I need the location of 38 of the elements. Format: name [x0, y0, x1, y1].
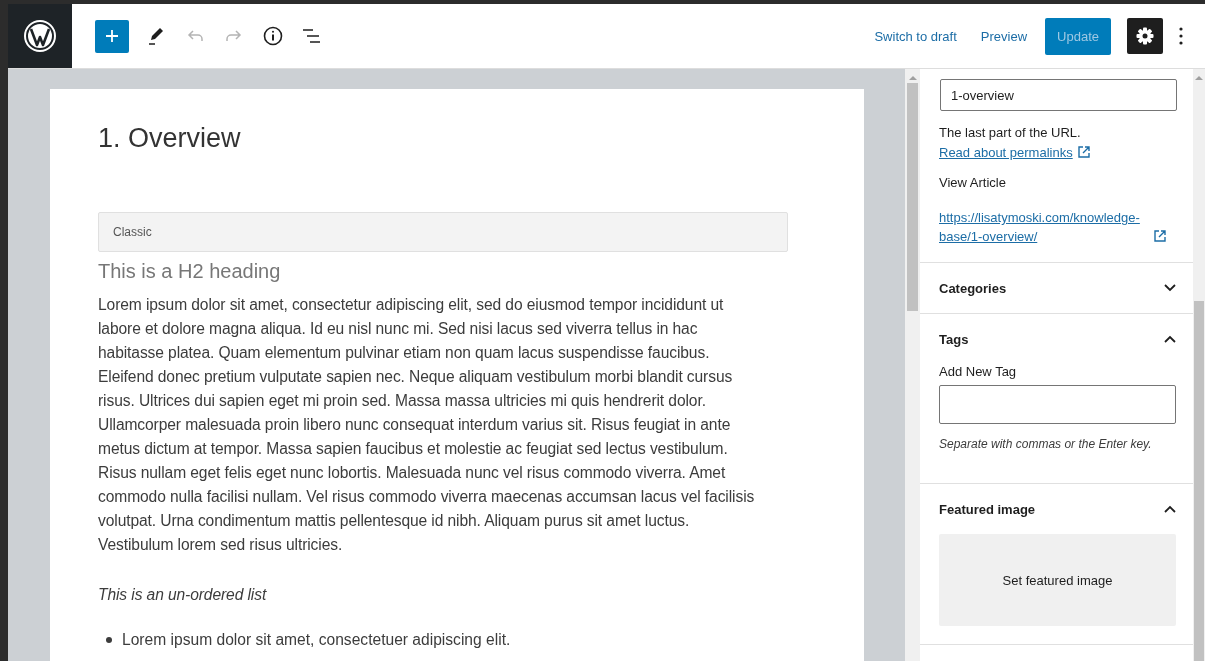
settings-button[interactable] [1127, 18, 1163, 54]
add-block-button[interactable] [95, 19, 129, 53]
toolbar-link[interactable]: Preview [968, 20, 1040, 52]
external-link-icon [1076, 145, 1091, 159]
chevron-up-icon [1164, 505, 1176, 513]
list-item: Lorem ipsum dolor sit amet, consectetuer adipiscing elit. [122, 631, 511, 649]
list-caption: This is an un-ordered list [98, 585, 268, 605]
external-link-icon [1153, 229, 1167, 243]
slug-field[interactable]: 1-overview [940, 79, 1177, 111]
field-hint: Separate with commas or the Enter key. [939, 437, 1153, 453]
section-heading: This is a H2 heading [98, 260, 282, 283]
plus-icon [104, 28, 120, 44]
panel-title: Featured image [939, 501, 1036, 517]
panel-title: Categories [939, 280, 1007, 296]
toolbar-link[interactable]: Switch to draft [862, 20, 969, 52]
scroll-up-icon[interactable] [908, 75, 917, 81]
tag-input[interactable] [939, 385, 1176, 424]
body-paragraph: Lorem ipsum dolor sit amet, consectetur adipiscing elit, sed do eiusmod tempor incididunt ut labore et dolore magna aliqua. Id eu nisl nunc mi. Sed nisi lacus sed viverra tellus in hac habitasse platea. Quam elementum pulvinar etiam non quam lacus suspendisse faucibus. Eleifend donec pretium vulputate sapien nec. Neque aliquam vestibulum morbi blandit cursus risus. Ultrices dui sapien eget mi proin sed. Massa massa ultricies mi quis hendrerit dolor. Ullamcorper malesuada proin libero nunc consequat interdum varius sit. Risus feugiat in ante metus dictum at tempor. Massa sapien faucibus et molestie ac feugiat sed lectus vestibulum. Risus nullam eget felis eget nunc lobortis. Malesuada nunc vel risus commodo viverra. Amet commodo nulla facilisi nullam. Vel risus commodo viverra maecenas accumsan lacus vel facilisis volutpat. Urna condimentum mattis pellentesque id nibh. Aliquam purus sit amet luctus. Vestibulum lorem sed risus ultricies. [98, 295, 756, 555]
scrollbar[interactable] [1193, 69, 1205, 661]
categories-panel-header[interactable]: Categories [939, 263, 1176, 313]
scroll-up-icon[interactable] [1195, 75, 1203, 81]
wordpress-logo[interactable] [8, 4, 72, 68]
view-article-label: View Article [939, 175, 1007, 190]
permalinks-link[interactable]: Read about permalinks [939, 145, 1073, 160]
gear-icon [1135, 26, 1155, 46]
chevron-up-icon [1164, 335, 1176, 343]
featured-image-panel-header[interactable]: Featured image [939, 484, 1176, 534]
scrollbar[interactable] [905, 69, 920, 661]
chevron-down-icon [1164, 284, 1176, 292]
article-url-link[interactable]: https://lisatymoski.com/knowledge-base/1-overview/ [939, 208, 1149, 246]
post-title[interactable]: 1. Overview [98, 123, 816, 154]
bullet-icon [106, 637, 112, 643]
slug-help-text: The last part of the URL. Read about permalinks [939, 123, 1164, 163]
classic-block-toolbar[interactable]: Classic [98, 212, 788, 252]
field-label: Add New Tag [939, 364, 1018, 379]
panel-title: Tags [939, 331, 969, 347]
tags-panel-header[interactable]: Tags [939, 314, 1176, 364]
set-featured-image-button[interactable]: Set featured image [939, 534, 1176, 626]
